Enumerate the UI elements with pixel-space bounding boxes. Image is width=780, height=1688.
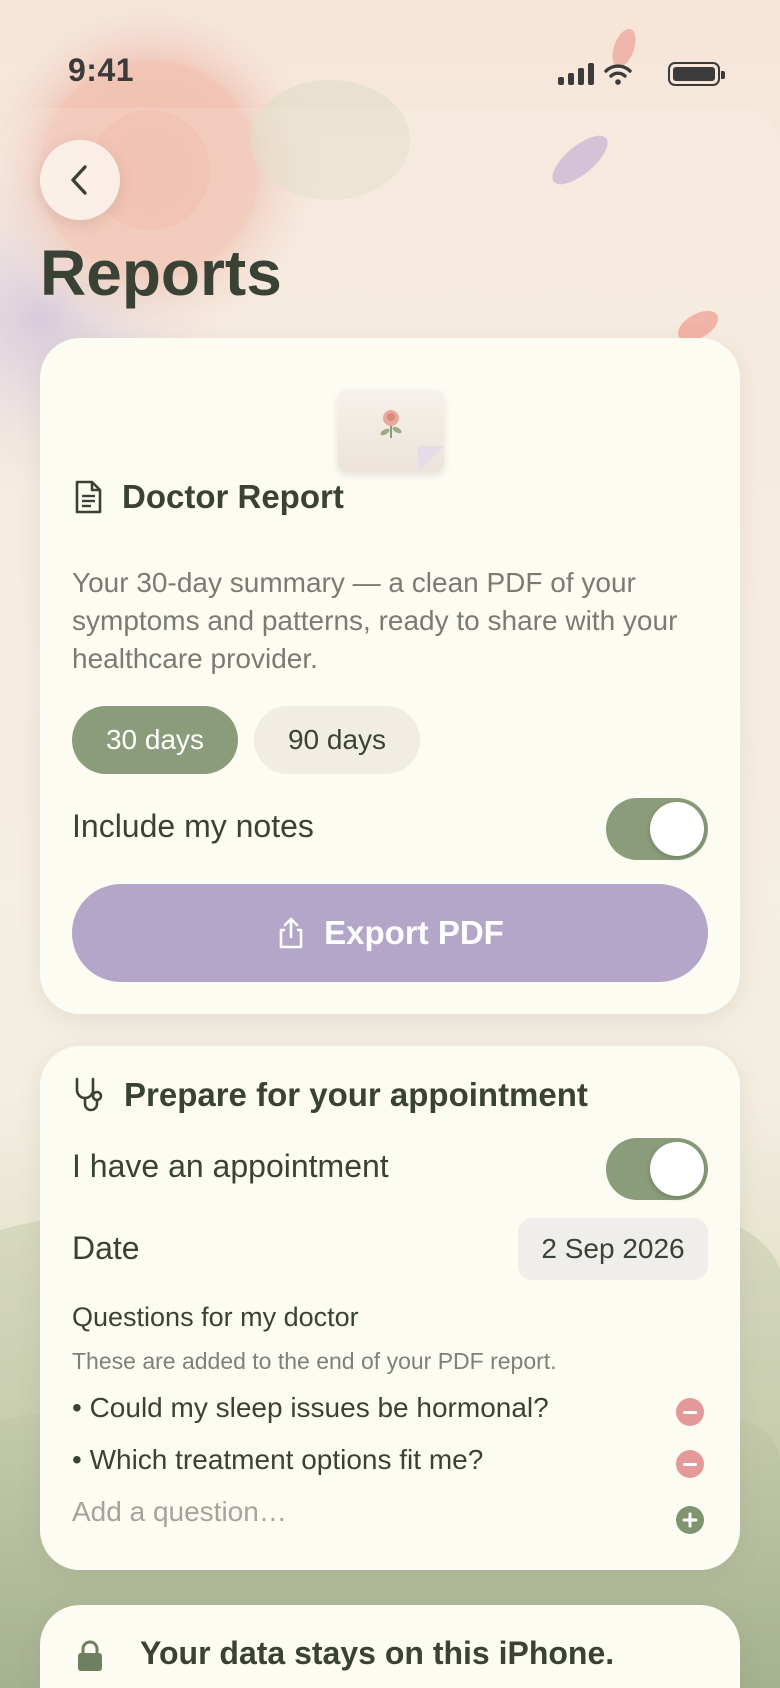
remove-question-button[interactable] — [676, 1450, 704, 1478]
doctor-report-title: Doctor Report — [122, 478, 344, 515]
questions-title: Questions for my doctor — [72, 1302, 359, 1332]
wifi-icon — [604, 64, 632, 85]
add-question-button[interactable] — [676, 1506, 704, 1534]
date-picker[interactable]: 2 Sep 2026 — [518, 1218, 708, 1280]
add-question-input[interactable] — [72, 1496, 592, 1528]
has-appointment-toggle[interactable] — [606, 1138, 708, 1200]
question-item: • Could my sleep issues be hormonal? — [72, 1392, 549, 1423]
lock-icon — [78, 1640, 102, 1671]
stethoscope-icon — [75, 1077, 103, 1112]
report-illustration — [338, 390, 444, 472]
doctor-report-heading: Doctor Report — [72, 478, 344, 516]
remove-question-button[interactable] — [676, 1398, 704, 1426]
question-item: • Which treatment options fit me? — [72, 1444, 484, 1475]
export-pdf-button[interactable]: Export PDF — [72, 884, 708, 982]
add-icon — [682, 1512, 698, 1528]
include-notes-label: Include my notes — [72, 808, 314, 844]
document-icon — [75, 480, 102, 514]
export-pdf-label: Export PDF — [324, 914, 504, 951]
doctor-report-description: Your 30-day summary — a clean PDF of you… — [72, 567, 678, 674]
range-90-days-button[interactable]: 90 days — [254, 706, 420, 774]
privacy-card: Your data stays on this iPhone. — [40, 1605, 740, 1688]
battery-icon — [668, 62, 725, 86]
status-bar: 9:41 — [0, 0, 780, 110]
signal-icon — [558, 63, 594, 85]
privacy-text: Your data stays on this iPhone. — [140, 1635, 615, 1671]
range-30-days-button[interactable]: 30 days — [72, 706, 238, 774]
share-icon — [279, 917, 303, 949]
toggle-knob — [650, 802, 704, 856]
questions-subtitle: These are added to the end of your PDF r… — [72, 1348, 557, 1374]
back-chevron-icon — [71, 165, 87, 195]
status-icons — [558, 62, 725, 86]
has-appointment-label: I have an appointment — [72, 1148, 389, 1184]
include-notes-toggle[interactable] — [606, 798, 708, 860]
page-title: Reports — [40, 237, 282, 309]
toggle-knob — [650, 1142, 704, 1196]
appointment-heading: Prepare for your appointment — [72, 1076, 588, 1114]
status-time: 9:41 — [68, 52, 135, 88]
appointment-card: Prepare for your appointment I have an a… — [40, 1046, 740, 1570]
appointment-title: Prepare for your appointment — [124, 1076, 588, 1113]
back-button[interactable] — [40, 140, 120, 220]
rose-icon — [380, 410, 402, 438]
date-label: Date — [72, 1230, 140, 1266]
doctor-report-card: Doctor Report Your 30-day summary — a cl… — [40, 338, 740, 1014]
